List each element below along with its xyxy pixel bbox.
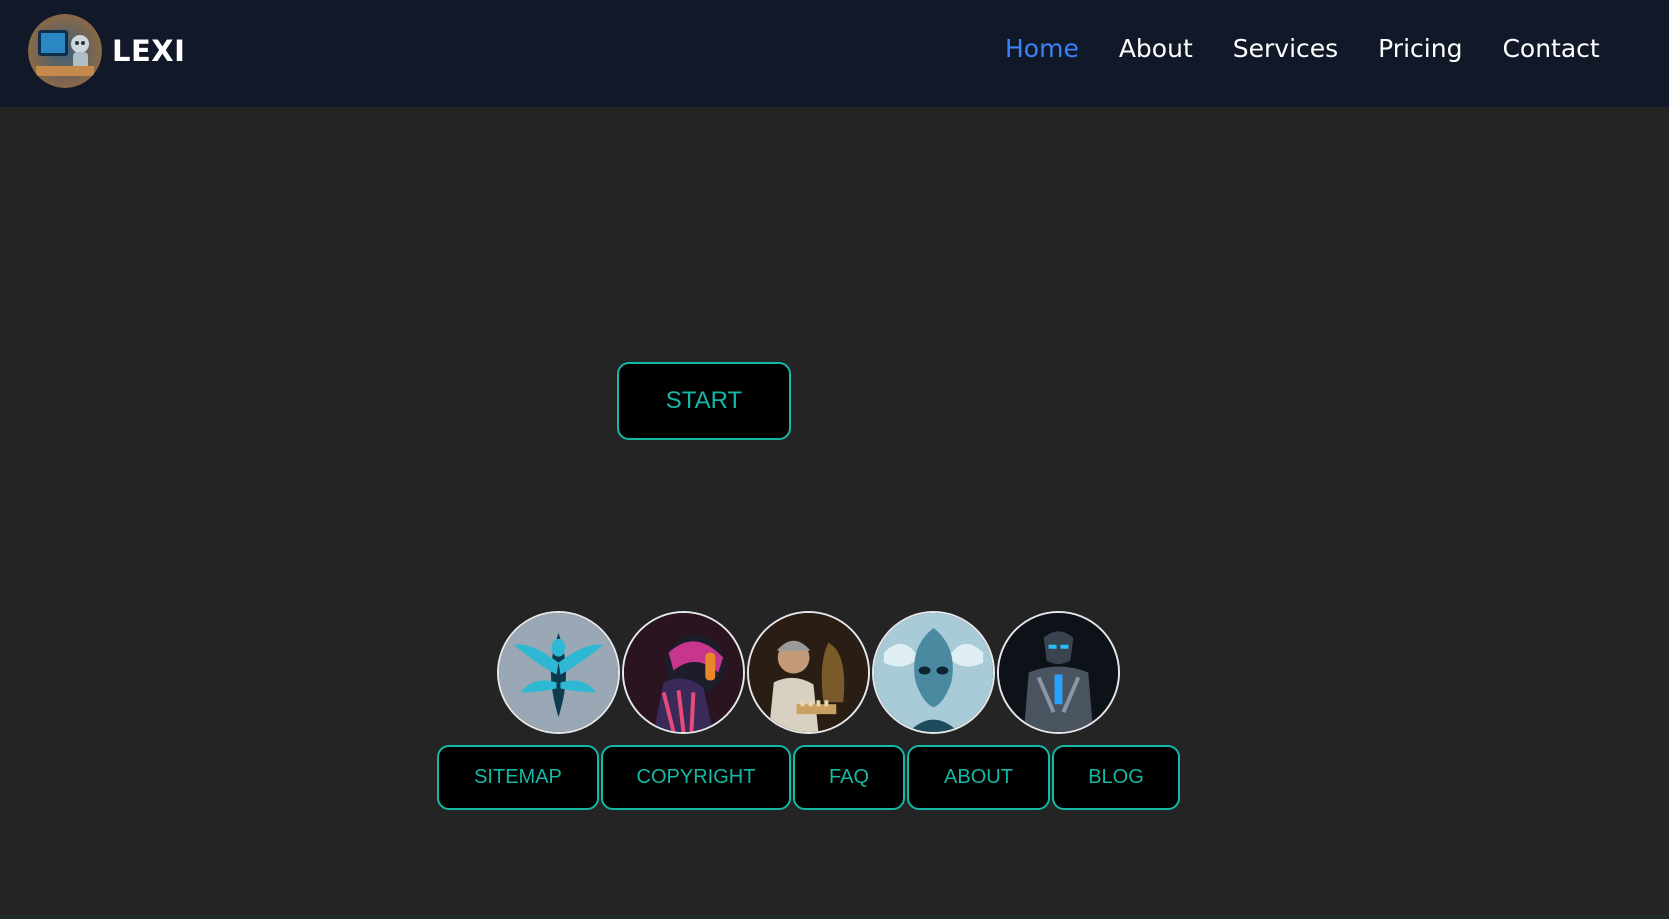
alien-emblem-avatar[interactable] (497, 611, 620, 734)
footer-links: SITEMAP COPYRIGHT FAQ ABOUT BLOG (437, 745, 1180, 810)
main-nav: Home About Services Pricing Contact (1005, 34, 1600, 63)
blue-alien-avatar[interactable] (872, 611, 995, 734)
nav-link-contact[interactable]: Contact (1502, 34, 1599, 63)
sitemap-button[interactable]: SITEMAP (437, 745, 599, 810)
top-navbar: LEXI Home About Services Pricing Contact (0, 0, 1669, 107)
nav-link-pricing[interactable]: Pricing (1378, 34, 1462, 63)
nav-link-services[interactable]: Services (1233, 34, 1338, 63)
start-button[interactable]: START (617, 362, 791, 440)
faq-button[interactable]: FAQ (793, 745, 905, 810)
brand[interactable]: LEXI (28, 14, 185, 88)
avatar-gallery (497, 611, 1120, 734)
nav-link-home[interactable]: Home (1005, 34, 1079, 63)
robot-logo-icon[interactable] (28, 14, 102, 88)
about-button[interactable]: ABOUT (907, 745, 1050, 810)
bottom-divider (0, 915, 1669, 919)
inventor-robot-avatar[interactable] (747, 611, 870, 734)
cyborg-armor-avatar[interactable] (997, 611, 1120, 734)
nav-item-about: About (1119, 34, 1193, 63)
blog-button[interactable]: BLOG (1052, 745, 1180, 810)
copyright-button[interactable]: COPYRIGHT (601, 745, 791, 810)
brand-name[interactable]: LEXI (112, 34, 185, 68)
nav-item-contact: Contact (1502, 34, 1599, 63)
neon-helmet-avatar[interactable] (622, 611, 745, 734)
nav-item-pricing: Pricing (1378, 34, 1462, 63)
nav-item-home: Home (1005, 34, 1079, 63)
nav-link-about[interactable]: About (1119, 34, 1193, 63)
nav-item-services: Services (1233, 34, 1338, 63)
